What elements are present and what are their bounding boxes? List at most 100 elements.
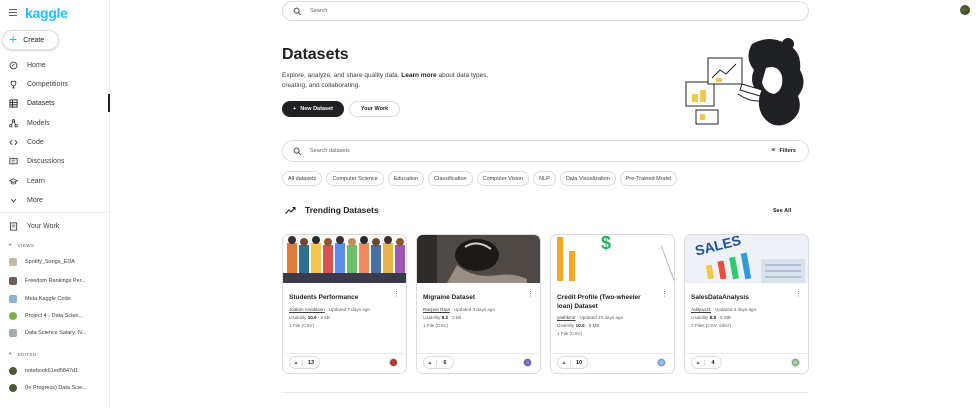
sidebar-item-learn[interactable]: Learn <box>0 172 110 190</box>
kaggle-logo[interactable]: kaggle <box>25 5 68 21</box>
more-options-icon[interactable]: ⋮ <box>795 291 802 298</box>
more-options-icon[interactable]: ⋮ <box>527 291 534 298</box>
create-button[interactable]: + Create <box>2 30 59 50</box>
author-avatar[interactable] <box>389 358 398 367</box>
sidebar-item-competitions[interactable]: Competitions <box>0 75 110 93</box>
trending-header: Trending Datasets <box>285 205 379 215</box>
author-avatar[interactable] <box>657 358 666 367</box>
chip-data-visualization[interactable]: Data Visualization <box>559 171 616 186</box>
recent-view-item[interactable]: Project 4 - Data Scien... <box>9 312 109 320</box>
author-link[interactable]: Ranjeet Raut <box>423 307 450 312</box>
dataset-search-bar[interactable]: Search datasets ≡ Filters <box>282 140 809 162</box>
author-avatar[interactable] <box>523 358 532 367</box>
recent-view-label: Data Science Salary: N... <box>25 330 87 336</box>
code-icon <box>9 138 18 147</box>
chip-education[interactable]: Education <box>387 171 425 186</box>
your-work-button[interactable]: Your Work <box>349 101 400 117</box>
sidebar-item-label: Datasets <box>27 99 55 107</box>
upvote-button[interactable]: ▲ 10 <box>557 356 588 369</box>
dataset-files: 1 File (CSV) <box>289 323 315 328</box>
dataset-author-line: yashkmd · Updated 10 days ago <box>557 315 624 320</box>
sidebar-item-label: Discussions <box>27 157 65 165</box>
sidebar-item-datasets[interactable]: Datasets <box>0 94 110 112</box>
models-icon <box>9 118 18 128</box>
vote-count: 4 <box>711 359 715 366</box>
chip-computer-vision[interactable]: Computer Vision <box>476 171 530 186</box>
author-link[interactable]: Joakim Arvidsson <box>289 307 325 312</box>
more-options-icon[interactable]: ⋮ <box>661 291 668 298</box>
filter-icon: ≡ <box>771 147 776 154</box>
table-icon <box>9 98 18 108</box>
learn-more-link[interactable]: Learn more <box>401 72 436 79</box>
recent-view-item[interactable]: Meta Kaggle Code <box>9 295 109 303</box>
recent-view-item[interactable]: Data Science Salary: N... <box>9 329 109 337</box>
dataset-files: 1 File (CSV) <box>423 323 449 328</box>
card-divider <box>551 353 674 354</box>
upvote-button[interactable]: ▲ 4 <box>691 356 722 369</box>
see-all-link[interactable]: See All <box>773 208 791 214</box>
dataset-thumbnail: SALES <box>685 235 808 283</box>
more-options-icon[interactable]: ⋮ <box>393 291 400 298</box>
recent-view-item[interactable]: Freedom Rankings Per... <box>9 277 109 285</box>
dataset-title[interactable]: Credit Profile (Two-wheeler loan) Datase… <box>557 293 657 311</box>
author-link[interactable]: yashkmd <box>557 315 575 320</box>
category-chips: All datasets Computer Science Education … <box>282 171 678 186</box>
chip-pre-trained-model[interactable]: Pre-Trained Model <box>619 171 678 186</box>
notebook-icon <box>9 367 17 375</box>
dataset-card[interactable]: Migraine Dataset ⋮ Ranjeet Raut · Update… <box>416 234 541 374</box>
chip-classification[interactable]: Classification <box>428 171 473 186</box>
trending-icon <box>285 206 296 215</box>
sidebar-item-label: Code <box>27 138 44 146</box>
views-section-toggle[interactable]: ▾ VIEWS <box>9 242 34 248</box>
recent-view-item[interactable]: Spotify_Songs_EDA <box>9 258 109 266</box>
filters-button[interactable]: ≡ Filters <box>771 147 796 154</box>
author-avatar[interactable] <box>791 358 800 367</box>
plus-icon: + <box>293 106 297 112</box>
dataset-search-input[interactable]: Search datasets <box>310 148 350 154</box>
dataset-title[interactable]: Students Performance <box>289 293 389 302</box>
sidebar-item-home[interactable]: Home <box>0 56 110 74</box>
dataset-icon <box>9 295 17 303</box>
search-input[interactable]: Search <box>310 8 327 14</box>
sidebar-item-models[interactable]: Models <box>0 114 110 132</box>
sidebar-item-discussions[interactable]: Discussions <box>0 152 110 170</box>
sidebar-item-more[interactable]: More <box>0 191 110 209</box>
dataset-usability: Usability 10.0 · 8 MB <box>557 323 600 328</box>
dataset-thumbnail <box>417 235 540 283</box>
chevron-down-icon <box>9 196 18 205</box>
dataset-card[interactable]: $ Credit Profile (Two-wheeler loan) Data… <box>550 234 675 374</box>
plus-icon: + <box>9 31 18 47</box>
section-divider <box>282 392 809 393</box>
sidebar-item-code[interactable]: Code <box>0 133 110 151</box>
chip-nlp[interactable]: NLP <box>533 171 556 186</box>
user-avatar[interactable] <box>960 5 970 15</box>
dataset-card[interactable]: SALES SalesDataAnalysis ⋮ AdityaJJ1 · Up… <box>684 234 809 374</box>
section-label: VIEWS <box>17 242 35 248</box>
search-icon <box>293 147 302 156</box>
vote-count: 6 <box>443 359 447 366</box>
upvote-icon: ▲ <box>424 359 437 366</box>
chevron-down-icon: ▾ <box>9 351 12 356</box>
edited-section-toggle[interactable]: ▾ EDITED <box>9 351 37 357</box>
card-divider <box>417 353 540 354</box>
dataset-title[interactable]: Migraine Dataset <box>423 293 523 302</box>
global-search[interactable]: Search <box>282 1 809 21</box>
dataset-thumbnail: $ <box>551 235 674 283</box>
dataset-usability: Usability 8.8 · 5 MB <box>691 315 731 320</box>
new-dataset-button[interactable]: + New Dataset <box>282 101 344 117</box>
author-link[interactable]: AdityaJJ1 <box>691 307 711 312</box>
datasets-illustration <box>685 38 804 126</box>
recent-edited-item[interactable]: notebook61ed5847d1 <box>9 367 109 375</box>
menu-icon[interactable] <box>9 9 17 17</box>
upvote-button[interactable]: ▲ 6 <box>423 356 454 369</box>
upvote-button[interactable]: ▲ 13 <box>289 356 320 369</box>
sidebar-item-your-work[interactable]: Your Work <box>0 217 110 235</box>
dataset-card[interactable]: Students Performance ⋮ Joakim Arvidsson … <box>282 234 407 374</box>
chip-computer-science[interactable]: Computer Science <box>326 171 384 186</box>
recent-view-label: Freedom Rankings Per... <box>25 278 86 284</box>
dataset-title[interactable]: SalesDataAnalysis <box>691 293 791 302</box>
upvote-icon: ▲ <box>692 359 705 366</box>
sidebar-item-label: More <box>27 196 43 204</box>
chip-all-datasets[interactable]: All datasets <box>282 171 323 186</box>
recent-edited-item[interactable]: (In Progress) Data Scie... <box>9 384 109 392</box>
